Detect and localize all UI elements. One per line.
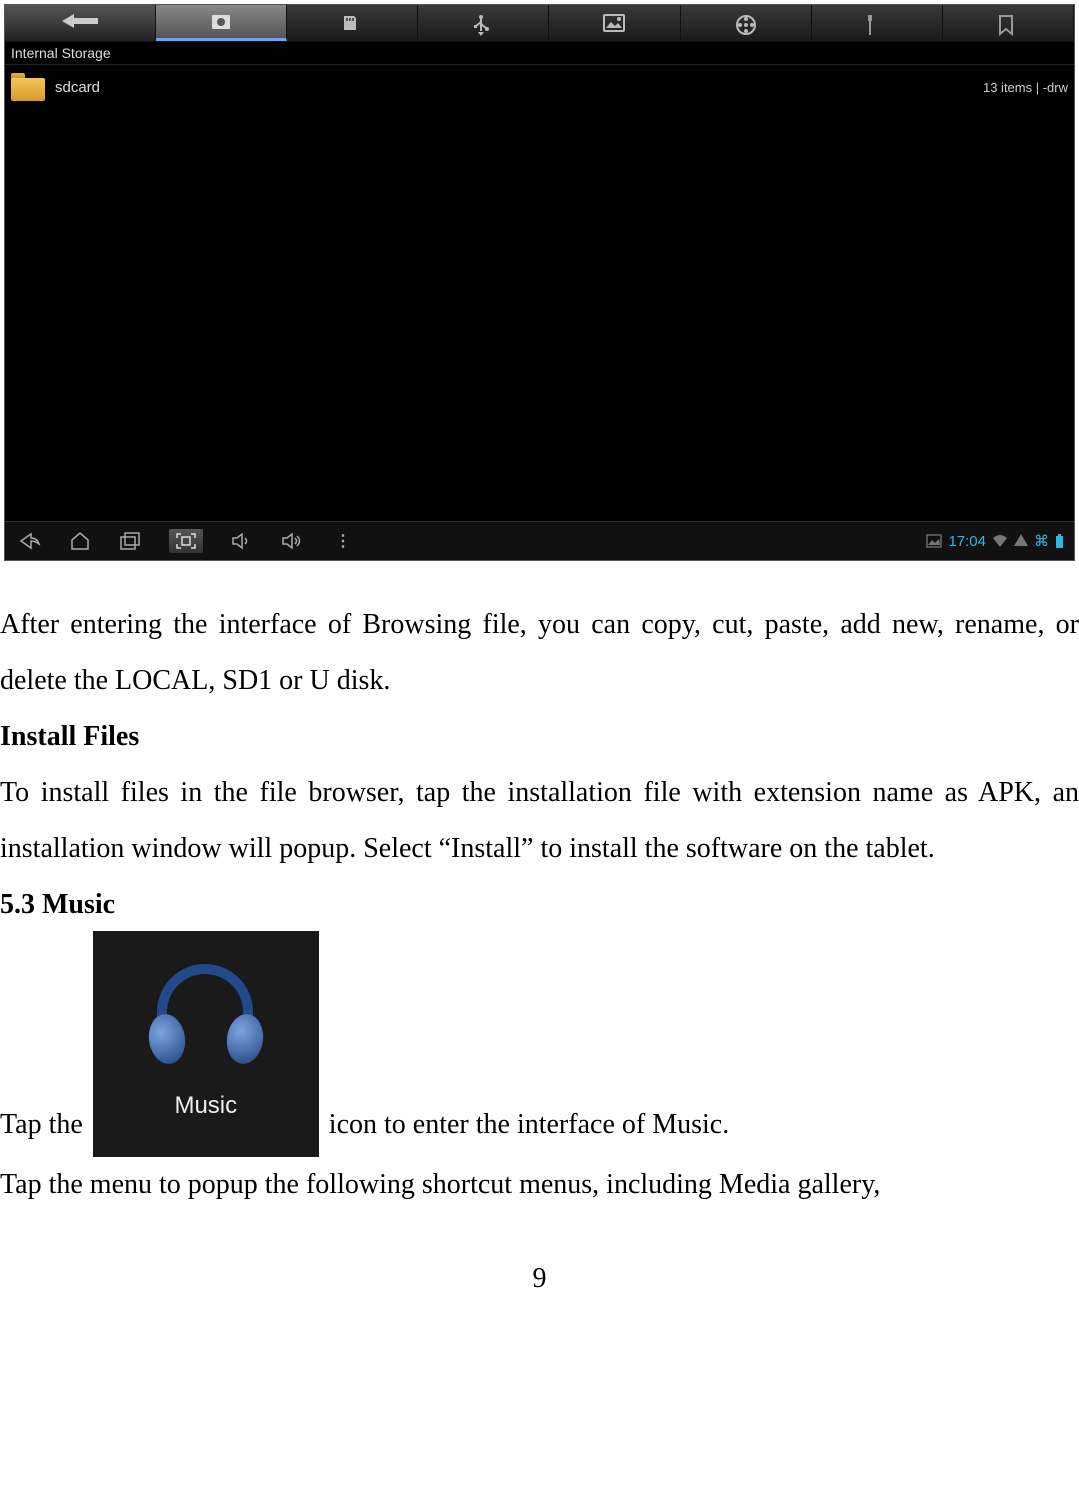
disk-icon: [210, 13, 232, 31]
heading-music: 5.3 Music: [0, 877, 1079, 933]
sd-card-icon: [341, 14, 363, 32]
signal-icon: [1014, 533, 1028, 549]
volume-down-icon[interactable]: [231, 531, 253, 551]
usb-tab[interactable]: [418, 5, 549, 41]
headphones-icon: [151, 958, 261, 1068]
top-tab-bar: [5, 5, 1074, 42]
recents-icon[interactable]: [119, 531, 141, 551]
tool-icon: [866, 14, 888, 32]
tag-tab[interactable]: [943, 5, 1074, 41]
paragraph-install: To install files in the file browser, ta…: [0, 765, 1079, 877]
file-meta: 13 items | -drw: [983, 80, 1068, 95]
clock: 17:04: [948, 533, 986, 550]
tag-icon: [997, 14, 1019, 32]
battery-icon: [1055, 534, 1064, 549]
back-icon[interactable]: [17, 531, 41, 551]
music-app-icon[interactable]: Music: [93, 931, 319, 1157]
system-nav-bar: ⋮ 17:04 ⌘: [5, 521, 1074, 560]
movies-tab[interactable]: [681, 5, 812, 41]
overflow-icon[interactable]: ⋮: [335, 531, 353, 551]
tap-the-text: Tap the: [0, 1097, 83, 1157]
file-row-sdcard[interactable]: sdcard 13 items | -drw: [5, 65, 1074, 110]
bluetooth-icon: ⌘: [1034, 532, 1049, 550]
back-arrow-icon: [60, 9, 100, 37]
storage-tab[interactable]: [156, 5, 287, 41]
wifi-icon: [992, 534, 1008, 548]
pictures-tab[interactable]: [549, 5, 680, 41]
home-icon[interactable]: [69, 531, 91, 551]
film-reel-icon: [735, 14, 757, 32]
picture-icon: [603, 14, 625, 32]
file-name: sdcard: [55, 79, 983, 96]
sd-tab[interactable]: [287, 5, 418, 41]
paragraph-browse: After entering the interface of Browsing…: [0, 597, 1079, 709]
gallery-status-icon: [926, 534, 942, 548]
page-number: 9: [0, 1251, 1079, 1307]
music-icon-label: Music: [174, 1082, 237, 1130]
breadcrumb: Internal Storage: [5, 42, 1074, 65]
tap-the-text-post: icon to enter the interface of Music.: [329, 1097, 729, 1157]
capture-icon[interactable]: [169, 529, 203, 553]
file-manager-screenshot: Internal Storage sdcard 13 items | -drw: [4, 4, 1075, 561]
back-tab[interactable]: [5, 5, 156, 41]
empty-area: [5, 105, 1074, 522]
usb-icon: [472, 14, 494, 32]
volume-up-icon[interactable]: [281, 531, 307, 551]
folder-icon: [11, 73, 45, 101]
tools-tab[interactable]: [812, 5, 943, 41]
heading-install-files: Install Files: [0, 709, 1079, 765]
paragraph-music-menu: Tap the menu to popup the following shor…: [0, 1157, 1079, 1213]
